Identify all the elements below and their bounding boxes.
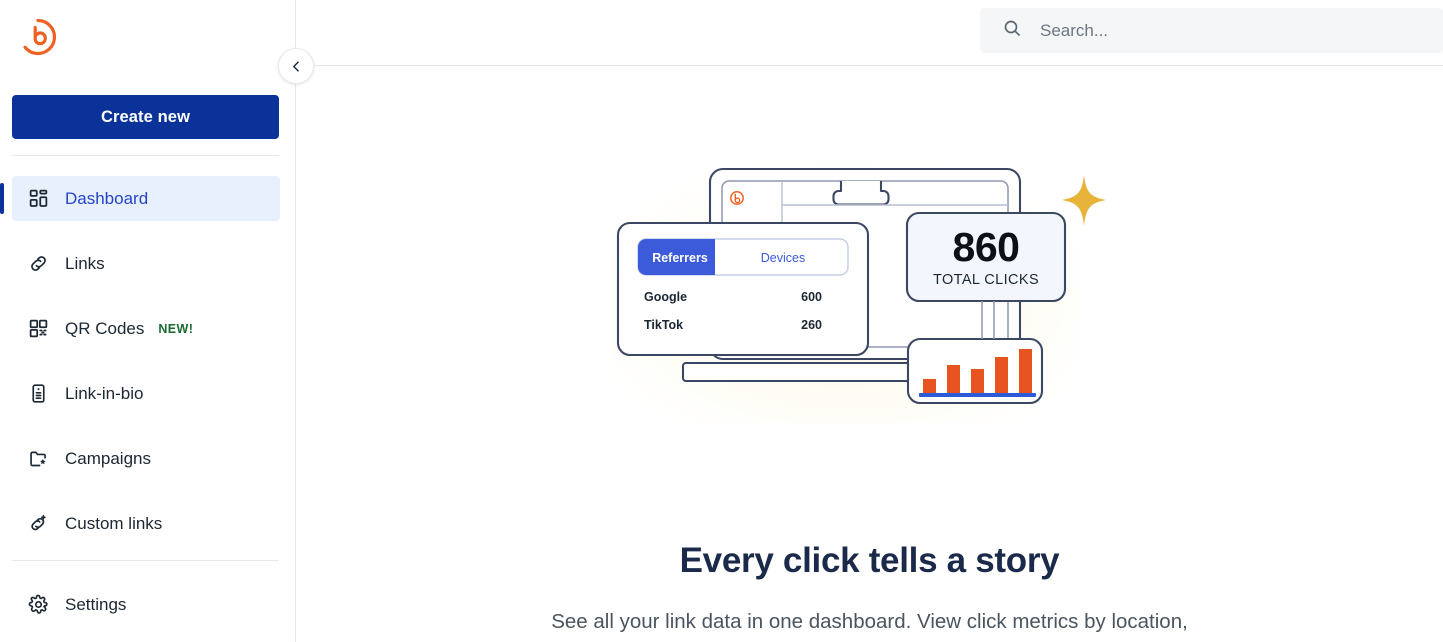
- page-title: Every click tells a story: [679, 541, 1060, 580]
- sidebar-item-label: Links: [65, 253, 105, 273]
- sidebar-collapse-toggle[interactable]: [278, 48, 314, 84]
- sidebar-item-label: Custom links: [65, 513, 163, 533]
- search-input[interactable]: [1040, 20, 1420, 41]
- sidebar-item-settings[interactable]: Settings: [12, 582, 280, 627]
- sidebar-item-label: QR Codes: [65, 318, 145, 338]
- sidebar: Create new Dashboard Links QR Codes NEW!…: [0, 0, 296, 642]
- sidebar-item-label: Campaigns: [65, 448, 151, 468]
- analytics-dashboard-illustration: Referrers Devices Google 600 TikTok 260 …: [609, 141, 1130, 431]
- page-subtitle: See all your link data in one dashboard.…: [551, 610, 1188, 642]
- search-icon: [1002, 18, 1022, 43]
- link-in-bio-icon: [26, 382, 50, 406]
- sidebar-item-links[interactable]: Links: [12, 241, 280, 286]
- sidebar-item-qr-codes[interactable]: QR Codes NEW!: [12, 306, 280, 351]
- sidebar-item-label: Link-in-bio: [65, 383, 144, 403]
- qr-code-icon: [26, 317, 50, 341]
- grid-dashboard-icon: [26, 187, 50, 211]
- search-box[interactable]: [980, 8, 1443, 53]
- svg-text:860: 860: [952, 224, 1019, 270]
- app-root: Create new Dashboard Links QR Codes NEW!…: [0, 0, 1443, 642]
- svg-text:Devices: Devices: [760, 251, 804, 265]
- sidebar-nav: Dashboard Links QR Codes NEW! Link-in-bi…: [0, 176, 296, 546]
- folder-star-icon: [26, 447, 50, 471]
- active-indicator-bar: [0, 183, 4, 214]
- sidebar-divider-bottom: [12, 560, 279, 561]
- status-badge-new: NEW!: [158, 321, 194, 336]
- svg-text:600: 600: [801, 290, 822, 304]
- bitly-logo-icon[interactable]: [17, 17, 59, 59]
- sidebar-item-label: Settings: [65, 594, 127, 614]
- svg-text:TOTAL CLICKS: TOTAL CLICKS: [932, 272, 1038, 288]
- sidebar-item-campaigns[interactable]: Campaigns: [12, 436, 280, 481]
- gear-icon: [26, 593, 50, 617]
- sidebar-item-label: Dashboard: [65, 188, 149, 208]
- create-new-button[interactable]: Create new: [12, 95, 279, 139]
- svg-text:TikTok: TikTok: [644, 318, 683, 332]
- svg-text:260: 260: [801, 318, 822, 332]
- sidebar-divider-top: [12, 155, 279, 156]
- chevron-left-icon: [292, 60, 299, 72]
- main-content: Referrers Devices Google 600 TikTok 260 …: [296, 0, 1443, 642]
- link-chain-icon: [26, 252, 50, 276]
- svg-text:Google: Google: [644, 290, 687, 304]
- svg-text:Referrers: Referrers: [652, 251, 708, 265]
- sidebar-item-custom-links[interactable]: Custom links: [12, 501, 280, 546]
- custom-link-icon: [26, 512, 50, 536]
- sidebar-footer: Settings: [0, 582, 296, 627]
- top-bar: [296, 0, 1443, 66]
- sidebar-item-dashboard[interactable]: Dashboard: [0, 176, 280, 221]
- sidebar-item-link-in-bio[interactable]: Link-in-bio: [12, 371, 280, 416]
